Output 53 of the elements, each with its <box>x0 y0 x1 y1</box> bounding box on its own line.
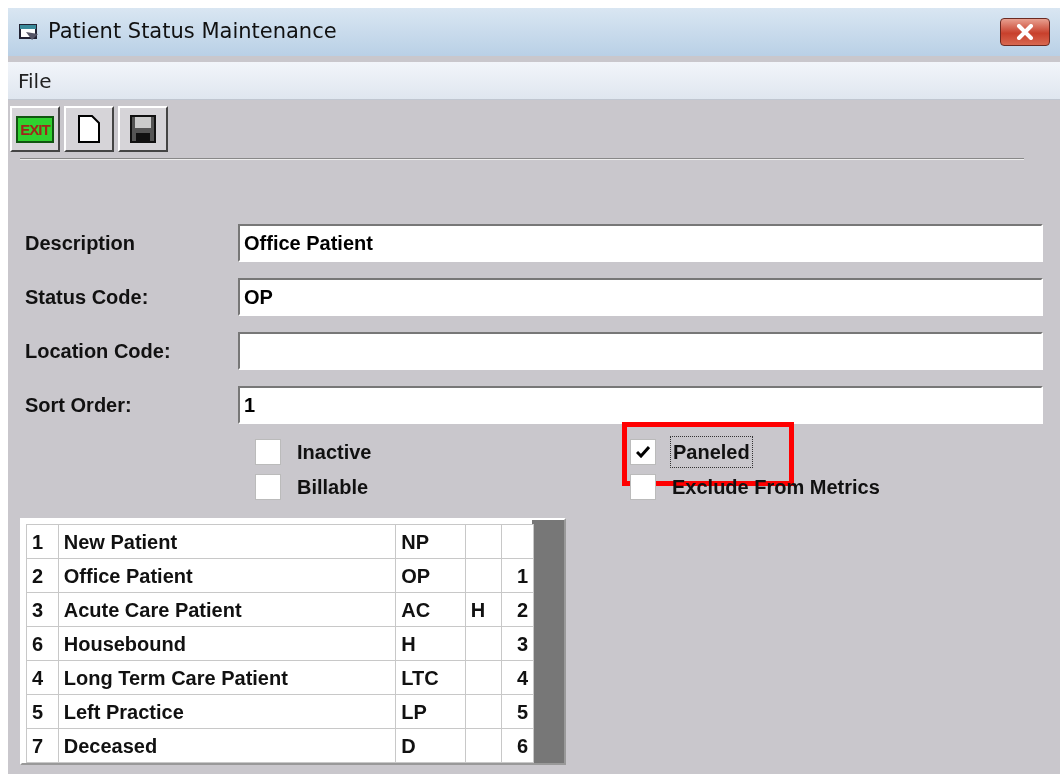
field-label: Status Code: <box>25 285 150 310</box>
window-icon <box>18 22 40 42</box>
text-field[interactable]: 1 <box>238 386 1043 424</box>
text-field[interactable]: Office Patient <box>238 224 1043 262</box>
table-cell: New Patient <box>58 524 396 559</box>
table-cell: 3 <box>501 626 534 661</box>
table-cell: LTC <box>395 660 466 695</box>
menu-item[interactable]: File <box>12 65 58 96</box>
table-cell: Office Patient <box>58 558 396 593</box>
checkbox[interactable] <box>255 439 281 465</box>
document-icon <box>77 114 101 144</box>
text-field[interactable] <box>238 332 1043 370</box>
field-label: Location Code: <box>25 339 172 364</box>
table-cell: 2 <box>26 558 59 593</box>
checkbox-label: Paneled <box>670 436 753 468</box>
check-icon <box>636 446 650 458</box>
table-cell: AC <box>395 592 466 627</box>
table-cell: Left Practice <box>58 694 396 729</box>
checkbox[interactable] <box>255 474 281 500</box>
checkbox-label: Inactive <box>296 440 373 465</box>
field-label: Description <box>25 231 137 256</box>
table-cell: Acute Care Patient <box>58 592 396 627</box>
table-cell: Housebound <box>58 626 396 661</box>
close-icon <box>1016 24 1034 40</box>
table-cell: 5 <box>26 694 59 729</box>
text-field[interactable]: OP <box>238 278 1043 316</box>
table-cell: 6 <box>501 728 534 763</box>
new-button[interactable] <box>64 106 114 152</box>
field-label: Sort Order: <box>25 393 133 418</box>
table-cell: Deceased <box>58 728 396 763</box>
table-cell: 2 <box>501 592 534 627</box>
table-cell: D <box>395 728 466 763</box>
window-title: Patient Status Maintenance <box>48 18 337 46</box>
table-cell: NP <box>395 524 466 559</box>
table-cell: Long Term Care Patient <box>58 660 396 695</box>
table-cell: 1 <box>26 524 59 559</box>
checkbox[interactable] <box>630 474 656 500</box>
table-cell: 4 <box>501 660 534 695</box>
table-cell: 5 <box>501 694 534 729</box>
table-cell: 7 <box>26 728 59 763</box>
table-cell: 3 <box>26 592 59 627</box>
table-cell: 1 <box>501 558 534 593</box>
close-button[interactable] <box>1000 18 1050 46</box>
checkbox-label: Billable <box>296 475 370 500</box>
checkbox[interactable] <box>630 439 656 465</box>
save-button[interactable] <box>118 106 168 152</box>
table-cell: H <box>465 592 502 627</box>
table-cell: H <box>395 626 466 661</box>
table-cell: OP <box>395 558 466 593</box>
table-cell: 6 <box>26 626 59 661</box>
table-cell: LP <box>395 694 466 729</box>
table-cell: 4 <box>26 660 59 695</box>
exit-button[interactable]: EXIT <box>10 106 60 152</box>
